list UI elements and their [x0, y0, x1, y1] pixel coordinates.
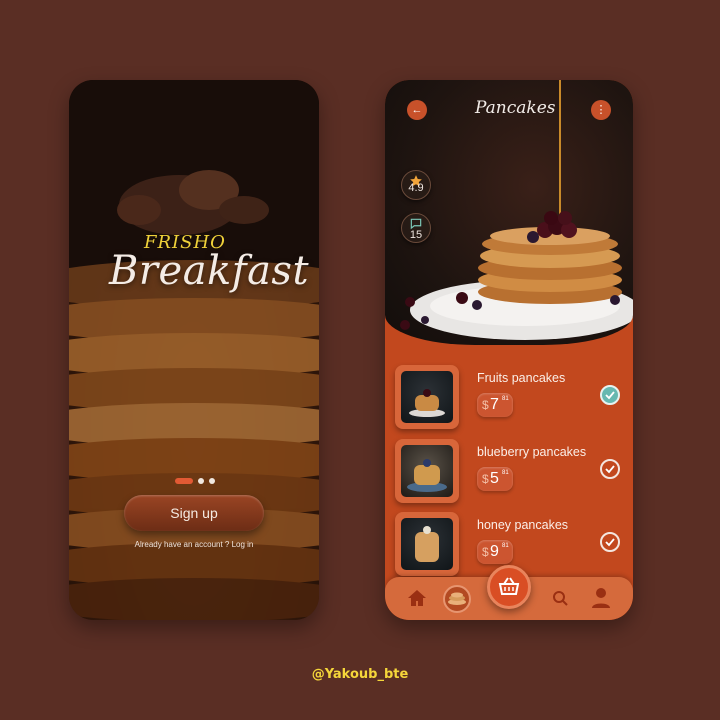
item-name: honey pancakes	[477, 518, 569, 532]
brand-title: Breakfast	[109, 248, 310, 294]
pancake-plate-image	[400, 80, 633, 340]
profile-icon[interactable]	[591, 587, 611, 614]
checkmark-icon	[605, 465, 615, 474]
back-arrow-icon[interactable]: ←	[407, 100, 427, 120]
price-badge: $ 5 81	[477, 467, 513, 491]
pancake-stack-image	[69, 80, 319, 620]
price-badge: $ 9 81	[477, 540, 513, 564]
onboarding-screen: FRISHO Breakfast Sign up Already have an…	[69, 80, 319, 620]
select-checkbox[interactable]	[600, 385, 620, 405]
hero-image: ← Pancakes ⋮ 4.9 15	[385, 80, 633, 345]
product-thumbnail	[395, 439, 459, 503]
list-item[interactable]: Fruits pancakes $ 7 81	[395, 365, 625, 435]
home-icon[interactable]	[407, 589, 427, 612]
price-amount: 7	[490, 396, 499, 413]
price-cents: 81	[502, 543, 509, 549]
pancake-icon[interactable]	[443, 585, 471, 613]
bottom-tab-bar	[385, 565, 633, 620]
pager-dot-active[interactable]	[175, 478, 193, 484]
more-menu-icon[interactable]: ⋮	[591, 100, 611, 120]
price-badge: $ 7 81	[477, 393, 513, 417]
product-thumbnail	[395, 365, 459, 429]
basket-icon[interactable]	[487, 565, 531, 609]
price-currency: $	[482, 398, 489, 412]
price-amount: 9	[490, 543, 499, 560]
checkmark-icon	[605, 538, 615, 547]
price-currency: $	[482, 545, 489, 559]
price-cents: 81	[502, 396, 509, 402]
comments-count: 15	[409, 229, 423, 241]
product-thumbnail	[395, 512, 459, 576]
select-checkbox[interactable]	[600, 459, 620, 479]
checkmark-icon	[605, 391, 615, 400]
price-currency: $	[482, 472, 489, 486]
item-name: Fruits pancakes	[477, 371, 566, 385]
search-icon[interactable]	[551, 589, 569, 612]
rating-value: 4.9	[408, 182, 424, 194]
login-link[interactable]: Already have an account ? Log in	[69, 540, 319, 549]
pager-dot[interactable]	[198, 478, 204, 484]
onboarding-pager[interactable]	[175, 478, 215, 484]
pancakes-screen: ← Pancakes ⋮ 4.9 15 Fruits pancakes $ 7 …	[385, 80, 633, 620]
page-title: Pancakes	[475, 98, 556, 118]
list-item[interactable]: blueberry pancakes $ 5 81	[395, 439, 625, 509]
signup-button[interactable]: Sign up	[124, 495, 264, 531]
item-name: blueberry pancakes	[477, 445, 587, 459]
author-watermark: @Yakoub_bte	[311, 667, 409, 682]
price-cents: 81	[502, 470, 509, 476]
price-amount: 5	[490, 470, 499, 487]
select-checkbox[interactable]	[600, 532, 620, 552]
pager-dot[interactable]	[209, 478, 215, 484]
